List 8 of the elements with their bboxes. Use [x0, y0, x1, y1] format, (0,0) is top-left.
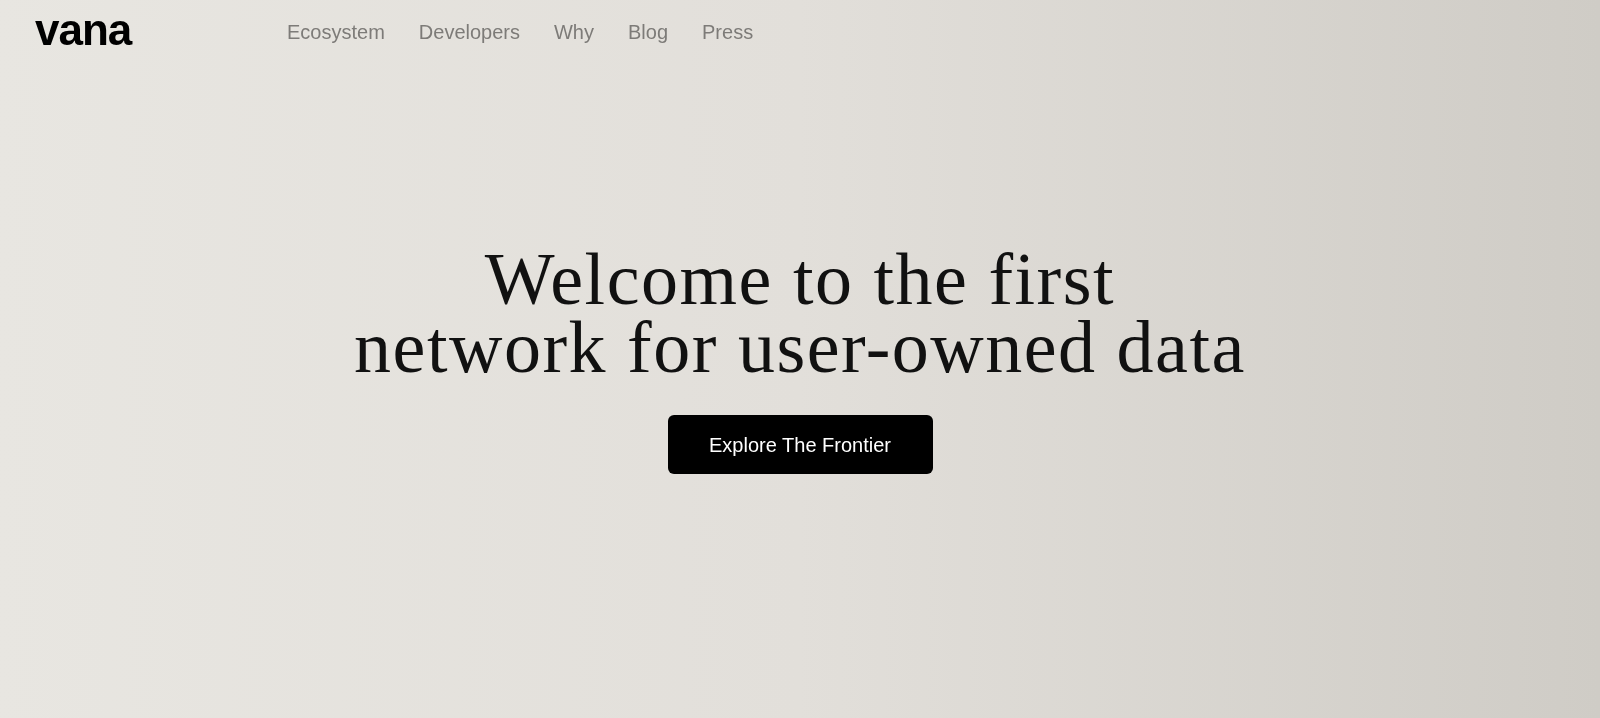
hero-heading: Welcome to the first network for user-owned data	[354, 245, 1246, 381]
nav-link[interactable]: Ecosystem	[287, 17, 385, 47]
nav-link[interactable]: Why	[554, 17, 594, 47]
logo[interactable]: vana	[35, 8, 287, 56]
nav-link[interactable]: Blog	[628, 17, 668, 47]
nav-link[interactable]: Press	[702, 17, 754, 47]
nav-link[interactable]: Developers	[418, 17, 520, 47]
explore-button[interactable]: Explore The Frontier	[667, 415, 933, 474]
